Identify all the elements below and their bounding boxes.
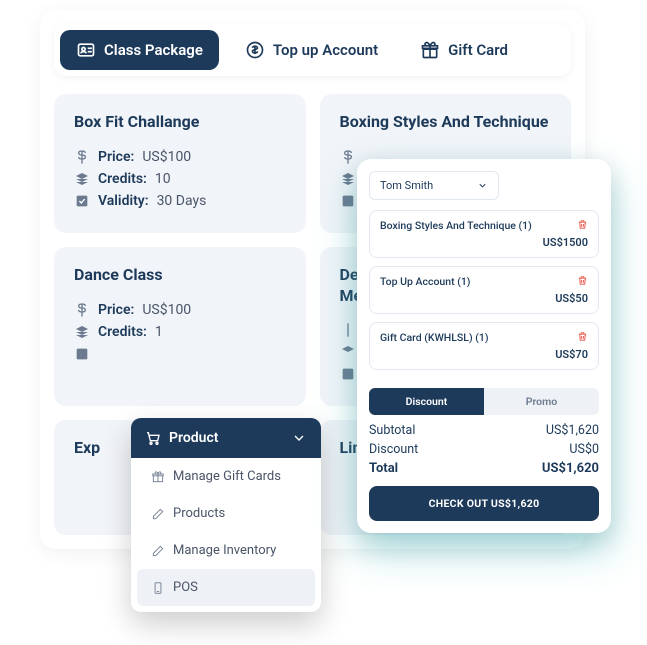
cart-icon (145, 430, 161, 446)
dollar-icon (74, 302, 90, 318)
user-select[interactable]: Tom Smith (369, 171, 499, 200)
subtotal-row: SubtotalUS$1,620 (369, 423, 599, 438)
product-card[interactable]: Box Fit Challange Price: US$100 Credits:… (54, 94, 306, 233)
credits-row: Credits: 1 (74, 324, 286, 340)
menu-item-inventory[interactable]: Manage Inventory (137, 532, 315, 569)
dollar-icon (74, 149, 90, 165)
dollar-icon (340, 322, 356, 338)
edit-icon (151, 507, 165, 521)
menu-item-gift-cards[interactable]: Manage Gift Cards (137, 458, 315, 495)
layers-icon (74, 324, 90, 340)
tab-class-package[interactable]: Class Package (60, 30, 219, 70)
dollar-circle-icon (245, 40, 265, 60)
menu-item-products[interactable]: Products (137, 495, 315, 532)
discount-promo-toggle: Discount Promo (369, 388, 599, 415)
tab-label: Class Package (104, 41, 203, 59)
credits-row: Credits: 10 (74, 171, 286, 187)
tab-gift-card[interactable]: Gift Card (404, 30, 524, 70)
layers-icon (340, 171, 356, 187)
chevron-down-icon (477, 180, 488, 191)
cart-line-item: Boxing Styles And Technique (1) US$1500 (369, 210, 599, 258)
product-title: Boxing Styles And Technique (340, 112, 552, 133)
check-square-icon (340, 366, 356, 382)
delete-icon[interactable] (577, 219, 588, 233)
check-square-icon (340, 193, 356, 209)
cart-line-item: Gift Card (KWHLSL) (1) US$70 (369, 322, 599, 370)
check-square-icon (74, 193, 90, 209)
device-icon (151, 581, 165, 595)
product-title: Box Fit Challange (74, 112, 286, 133)
product-card[interactable]: Dance Class Price: US$100 Credits: 1 (54, 247, 306, 407)
tab-bar: Class Package Top up Account Gift Card (54, 24, 571, 76)
product-title: Dance Class (74, 265, 286, 286)
gift-icon (151, 470, 165, 484)
product-menu: Product Manage Gift Cards Products Manag… (131, 418, 321, 612)
dollar-icon (340, 149, 356, 165)
id-card-icon (76, 40, 96, 60)
edit-icon (151, 544, 165, 558)
delete-icon[interactable] (577, 331, 588, 345)
layers-icon (74, 171, 90, 187)
price-row: Price: US$100 (74, 302, 286, 318)
check-square-icon (74, 346, 90, 362)
cart-line-item: Top Up Account (1) US$50 (369, 266, 599, 314)
segment-promo[interactable]: Promo (484, 388, 599, 415)
total-row: TotalUS$1,620 (369, 461, 599, 476)
validity-row: Validity: 30 Days (74, 193, 286, 209)
segment-discount[interactable]: Discount (369, 388, 484, 415)
totals: SubtotalUS$1,620 DiscountUS$0 TotalUS$1,… (369, 423, 599, 476)
price-row: Price: US$100 (74, 149, 286, 165)
discount-row: DiscountUS$0 (369, 442, 599, 457)
layers-icon (340, 344, 356, 360)
tab-top-up[interactable]: Top up Account (229, 30, 394, 70)
checkout-button[interactable]: CHECK OUT US$1,620 (369, 486, 599, 521)
menu-header[interactable]: Product (131, 418, 321, 458)
chevron-down-icon (291, 430, 307, 446)
tab-label: Top up Account (273, 41, 378, 59)
tab-label: Gift Card (448, 41, 508, 59)
cart-panel: Tom Smith Boxing Styles And Technique (1… (357, 159, 611, 533)
menu-item-pos[interactable]: POS (137, 569, 315, 606)
delete-icon[interactable] (577, 275, 588, 289)
gift-icon (420, 40, 440, 60)
